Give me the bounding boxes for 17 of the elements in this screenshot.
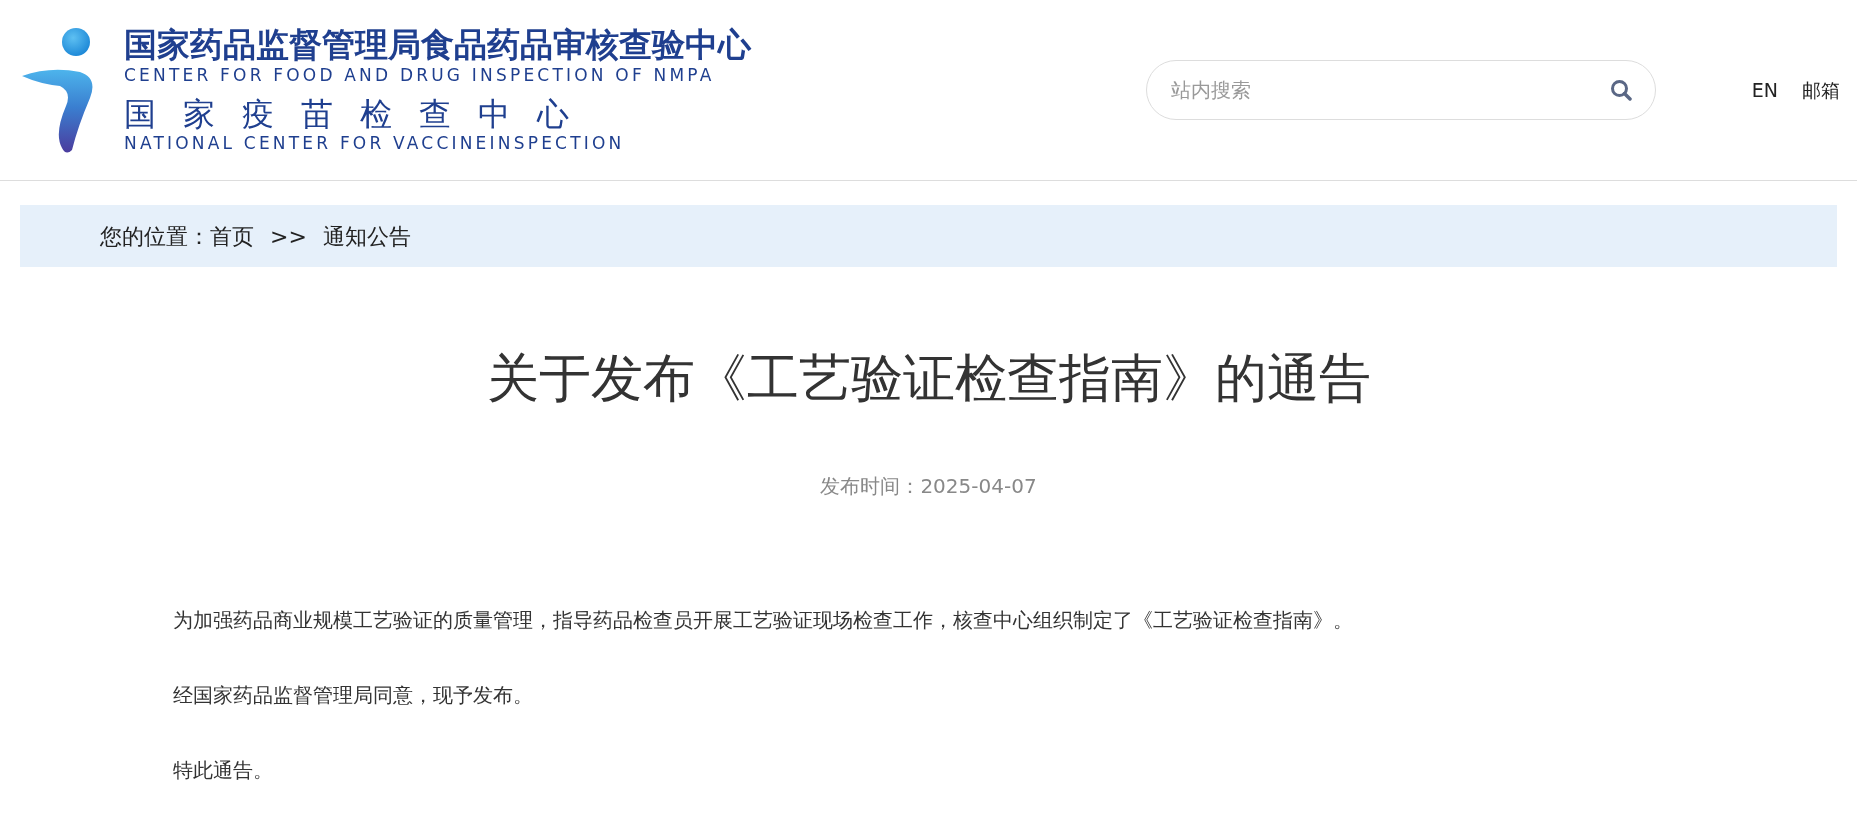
breadcrumb-label: 您的位置： xyxy=(100,222,210,251)
logo-subtitle: CENTER FOR FOOD AND DRUG INSPECTION OF NMPA xyxy=(124,64,716,86)
logo-title: 国家疫苗检查中心 xyxy=(124,96,597,132)
logo-title: 国家药品监督管理局食品药品审核查验中心 xyxy=(124,26,751,64)
header-link[interactable]: 邮箱 xyxy=(1802,75,1840,105)
breadcrumb-link[interactable]: 通知公告 xyxy=(322,219,411,253)
search-field[interactable]: 站内搜索 xyxy=(1145,60,1656,120)
article-paragraph: 为加强药品商业规模工艺验证的质量管理，指导药品检查员开展工艺验证现场检查工作，核查中心组织制定了《工艺验证检查指南》。 xyxy=(173,607,1354,635)
article-paragraph: 经国家药品监督管理局同意，现予发布。 xyxy=(173,682,534,710)
article-title: 关于发布《工艺验证检查指南》的通告 xyxy=(485,347,1372,410)
breadcrumb-link[interactable]: 首页 xyxy=(210,219,254,253)
search-icon[interactable] xyxy=(1609,79,1632,101)
article-paragraph: 特此通告。 xyxy=(173,757,274,785)
breadcrumb-separator: >> xyxy=(270,222,307,251)
header-link[interactable]: EN xyxy=(1751,75,1778,105)
logo-subtitle: NATIONAL CENTER FOR VACCINEINSPECTION xyxy=(124,132,626,154)
publish-date: 发布时间：2025-04-07 xyxy=(819,473,1038,501)
